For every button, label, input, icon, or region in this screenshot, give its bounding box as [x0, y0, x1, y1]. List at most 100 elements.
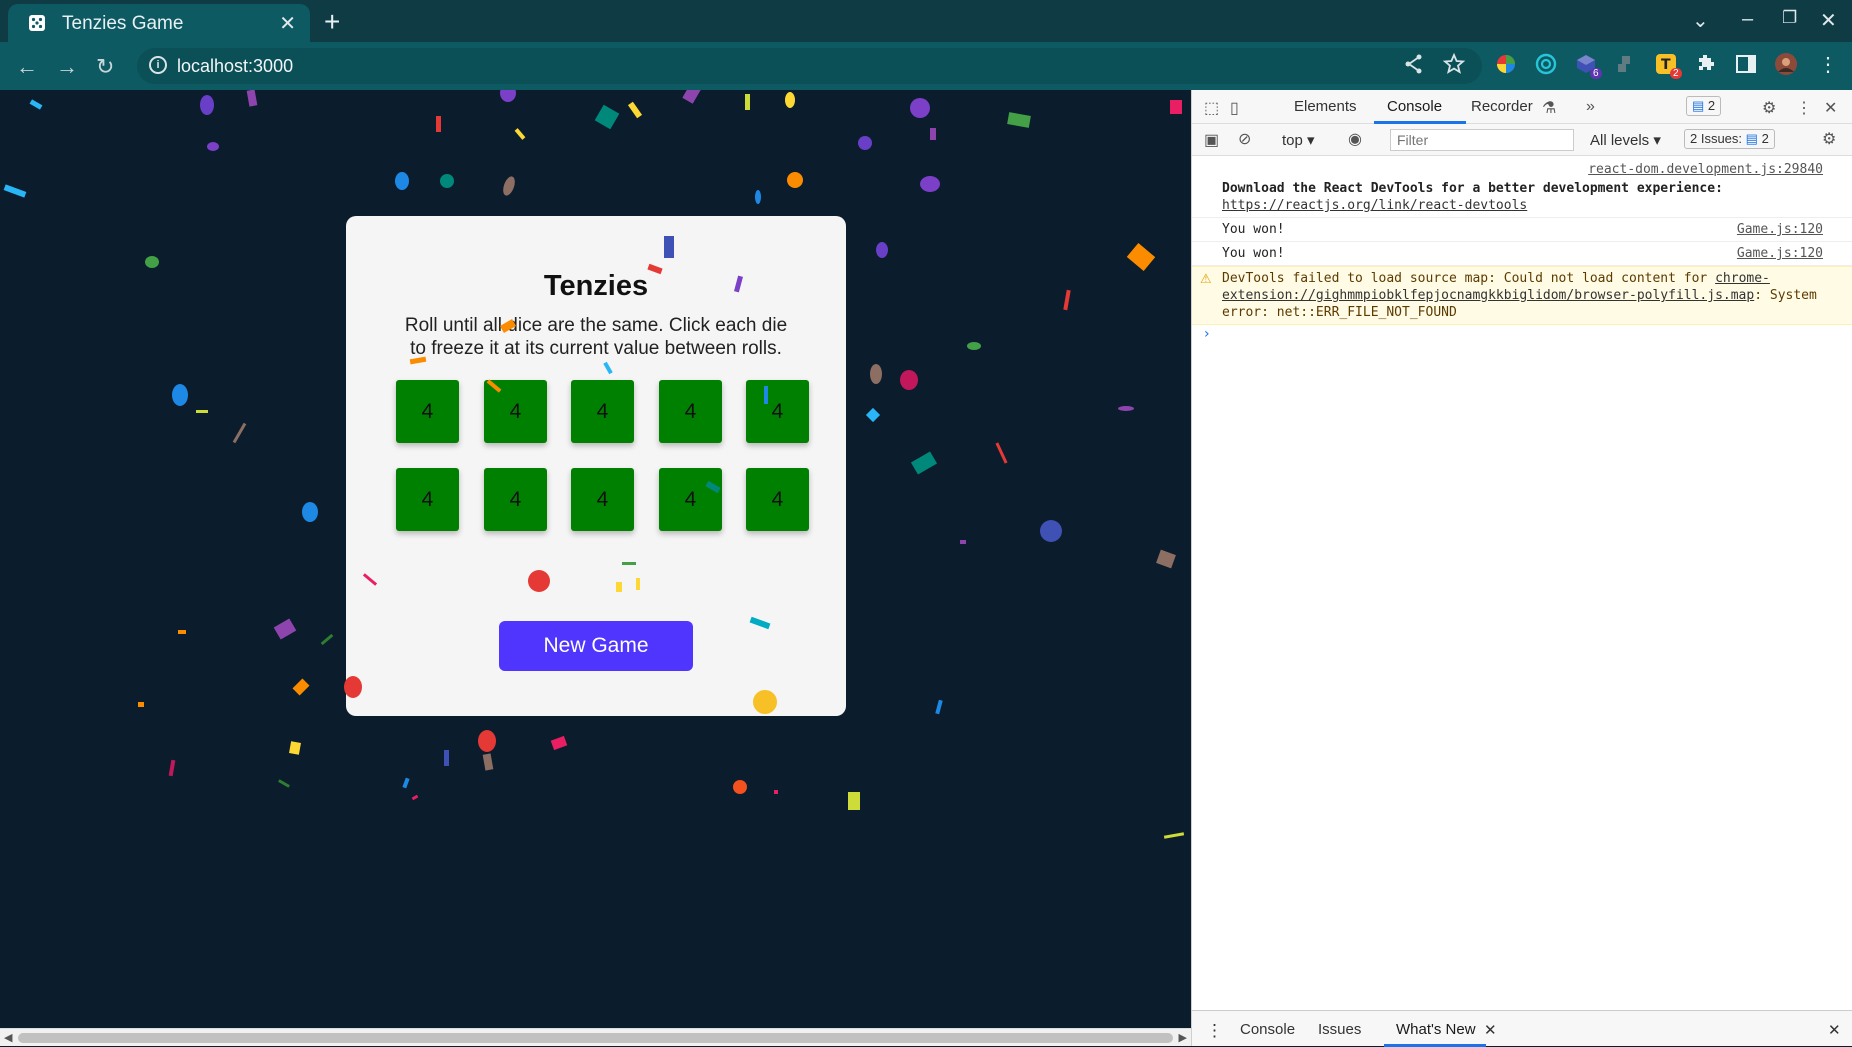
restore-icon[interactable]: ❐ — [1782, 8, 1797, 28]
confetti-piece — [292, 678, 310, 696]
messages-badge[interactable]: ▤ 2 — [1686, 96, 1722, 116]
confetti-piece — [478, 730, 496, 752]
console-messages: react-dom.development.js:29840 Download … — [1192, 158, 1852, 325]
drawer-menu-icon[interactable]: ⋮ — [1206, 1021, 1223, 1041]
drawer-close-icon[interactable]: ✕ — [1828, 1021, 1841, 1039]
sidebar-toggle-icon[interactable]: ▣ — [1204, 130, 1219, 150]
bookmark-star-icon[interactable] — [1442, 52, 1466, 76]
die[interactable]: 4 — [571, 468, 634, 531]
color-wheel-extension-icon[interactable] — [1494, 52, 1518, 76]
die[interactable]: 4 — [746, 468, 809, 531]
device-toolbar-icon[interactable]: ▯ — [1230, 98, 1239, 118]
scrollbar-thumb[interactable] — [18, 1033, 1173, 1043]
log-levels-label: All levels — [1590, 132, 1650, 149]
back-icon[interactable]: ← — [16, 54, 38, 80]
confetti-piece — [145, 256, 159, 268]
browser-tab[interactable]: Tenzies Game ✕ — [8, 4, 310, 42]
message-source-link[interactable]: react-dom.development.js:29840 — [1588, 161, 1823, 178]
confetti-piece — [785, 92, 795, 108]
confetti-piece — [910, 451, 938, 475]
tab-elements[interactable]: Elements — [1294, 98, 1357, 115]
message-text: DevTools failed to load source map: Coul… — [1222, 271, 1716, 286]
console-filter-bar: ▣ ⊘ top ▾ ◉ All levels ▾ 2 Issues: ▤ 2 ⚙ — [1192, 124, 1852, 156]
console-message: You won! Game.js:120 — [1192, 242, 1852, 266]
settings-gear-icon[interactable]: ⚙ — [1762, 98, 1776, 118]
reload-icon[interactable]: ↻ — [96, 54, 114, 80]
side-panel-icon[interactable] — [1734, 52, 1758, 76]
confetti-piece — [865, 407, 881, 423]
message-link[interactable]: https://reactjs.org/link/react-devtools — [1222, 198, 1527, 213]
die[interactable]: 4 — [571, 380, 634, 443]
console-filter-input[interactable] — [1390, 129, 1574, 151]
new-tab-button[interactable]: + — [324, 6, 340, 38]
confetti-piece — [500, 174, 518, 198]
drawer-tab-console[interactable]: Console — [1240, 1021, 1295, 1038]
extensions-puzzle-icon[interactable] — [1694, 52, 1718, 76]
message-text: You won! — [1222, 246, 1285, 261]
share-icon[interactable] — [1402, 52, 1426, 76]
confetti-piece — [500, 90, 516, 102]
confetti-piece — [207, 142, 219, 151]
inspect-element-icon[interactable]: ⬚ — [1204, 98, 1219, 118]
confetti-piece — [995, 442, 1008, 464]
issues-badge[interactable]: 2 Issues: ▤ 2 — [1684, 129, 1775, 149]
live-expression-eye-icon[interactable]: ◉ — [1348, 129, 1362, 149]
die[interactable]: 4 — [484, 468, 547, 531]
devtools-close-icon[interactable]: ✕ — [1824, 98, 1837, 118]
devtools-menu-icon[interactable]: ⋮ — [1796, 98, 1812, 118]
tab-search-icon[interactable]: ⌄ — [1692, 8, 1709, 33]
minimize-icon[interactable]: – — [1742, 8, 1753, 31]
confetti-piece — [622, 562, 636, 565]
confetti-piece — [755, 190, 761, 204]
confetti-piece — [960, 540, 966, 544]
message-icon: ▤ — [1692, 98, 1708, 113]
drawer-tab-close-icon[interactable]: ✕ — [1484, 1021, 1497, 1039]
confetti-piece — [594, 104, 620, 130]
drawer-tab-whats-new[interactable]: What's New — [1396, 1021, 1476, 1038]
die[interactable]: 4 — [659, 468, 722, 531]
console-prompt-icon[interactable]: › — [1204, 326, 1210, 342]
message-source-link[interactable]: Game.js:120 — [1737, 245, 1823, 262]
tab-console[interactable]: Console — [1387, 98, 1442, 115]
browser-menu-icon[interactable]: ⋮ — [1818, 52, 1838, 77]
die[interactable]: 4 — [396, 468, 459, 531]
forward-icon[interactable]: → — [56, 54, 78, 80]
context-selector[interactable]: top ▾ — [1282, 131, 1315, 149]
drawer-tab-issues[interactable]: Issues — [1318, 1021, 1361, 1038]
confetti-piece — [29, 99, 43, 110]
die[interactable]: 4 — [746, 380, 809, 443]
puzzle-piece-extension-icon[interactable] — [1614, 52, 1638, 76]
scroll-left-icon[interactable]: ◀ — [4, 1031, 12, 1044]
confetti-piece — [1156, 549, 1176, 569]
confetti-piece — [444, 750, 449, 766]
new-game-button[interactable]: New Game — [499, 621, 693, 671]
scroll-right-icon[interactable]: ▶ — [1179, 1031, 1187, 1044]
confetti-piece — [753, 690, 777, 714]
profile-avatar-icon[interactable] — [1774, 52, 1798, 76]
tab-recorder[interactable]: Recorder — [1471, 98, 1533, 115]
confetti-piece — [273, 618, 297, 640]
tab-close-icon[interactable]: ✕ — [279, 11, 296, 36]
spiral-extension-icon[interactable] — [1534, 52, 1558, 76]
confetti-piece — [764, 386, 768, 404]
log-levels-dropdown[interactable]: All levels ▾ — [1590, 131, 1661, 149]
confetti-piece — [1170, 100, 1182, 114]
more-tabs-icon[interactable]: » — [1586, 98, 1595, 116]
confetti-piece — [168, 759, 176, 777]
confetti-piece — [664, 236, 674, 258]
die[interactable]: 4 — [659, 380, 722, 443]
confetti-piece — [278, 779, 290, 788]
horizontal-scrollbar[interactable]: ◀ ▶ — [0, 1028, 1191, 1046]
confetti-piece — [848, 792, 860, 810]
window-close-icon[interactable]: ✕ — [1820, 8, 1837, 33]
message-source-link[interactable]: Game.js:120 — [1737, 221, 1823, 238]
address-bar[interactable]: i localhost:3000 — [137, 48, 1482, 84]
tab-title: Tenzies Game — [62, 13, 184, 34]
console-settings-gear-icon[interactable]: ⚙ — [1822, 129, 1836, 149]
clear-console-icon[interactable]: ⊘ — [1238, 129, 1251, 149]
site-info-icon[interactable]: i — [149, 56, 167, 74]
confetti-piece — [682, 90, 702, 104]
die[interactable]: 4 — [484, 380, 547, 443]
devtools-drawer-tabs: ⋮ Console Issues What's New ✕ ✕ — [1192, 1010, 1852, 1047]
die[interactable]: 4 — [396, 380, 459, 443]
